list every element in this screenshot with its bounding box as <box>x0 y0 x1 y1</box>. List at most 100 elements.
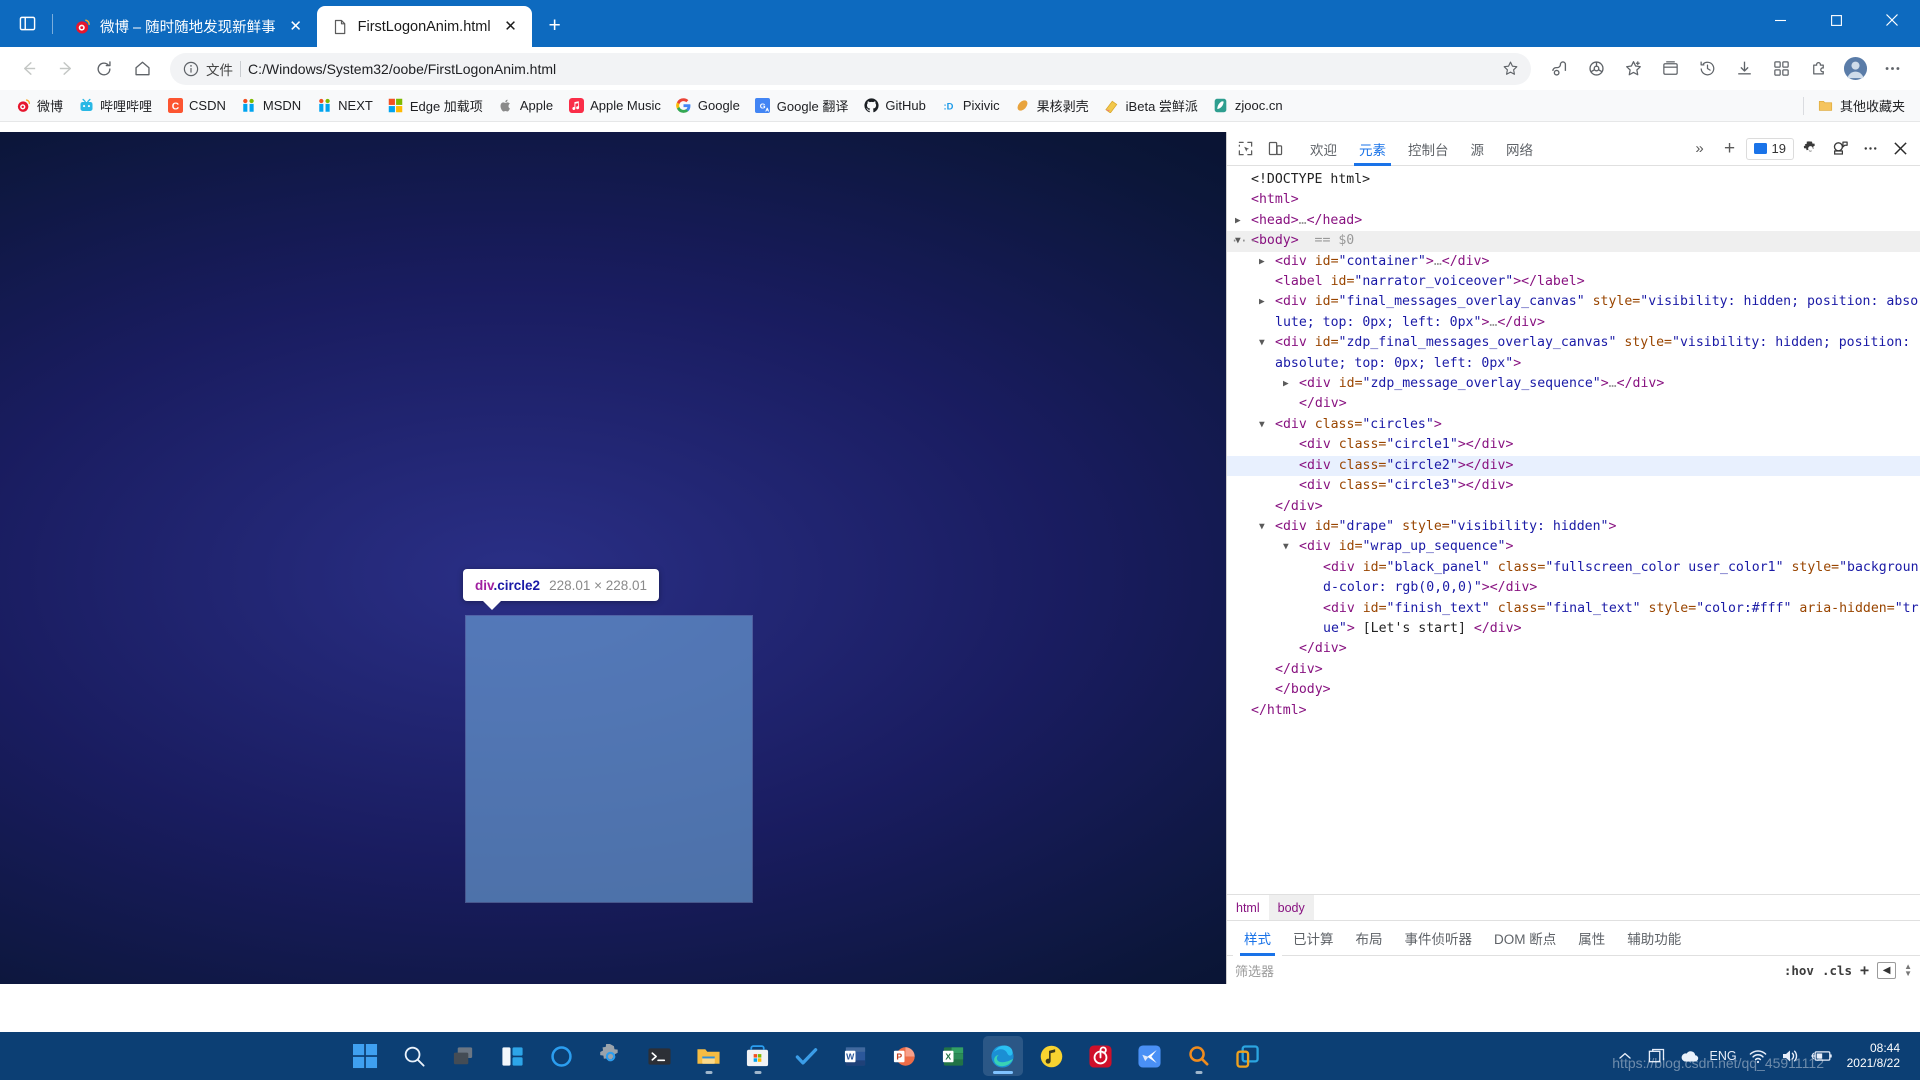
breadcrumb-item-html[interactable]: html <box>1227 895 1269 920</box>
music-button[interactable] <box>1032 1036 1072 1076</box>
powerpoint-button[interactable]: P <box>885 1036 925 1076</box>
bookmark-apple-music[interactable]: Apple Music <box>561 95 668 117</box>
gear-icon[interactable] <box>1796 136 1824 162</box>
bookmark-google-translate[interactable]: G Google 翻译 <box>748 93 856 118</box>
collections-icon[interactable] <box>1541 51 1577 87</box>
breadcrumb-item-body[interactable]: body <box>1268 895 1314 920</box>
dom-node-row[interactable]: </div> <box>1227 639 1920 659</box>
new-tab-button[interactable]: + <box>538 9 572 43</box>
new-style-rule-icon[interactable]: + <box>1860 961 1869 979</box>
expanded-arrow-icon[interactable]: ▼ <box>1235 231 1241 251</box>
dom-node-row[interactable]: <div class="circle1"></div> <box>1227 435 1920 455</box>
taskbar-clock[interactable]: 08:44 2021/8/22 <box>1843 1041 1912 1071</box>
dom-node-row[interactable]: ▼ <div class="circles"> <box>1227 415 1920 435</box>
address-bar[interactable]: 文件 C:/Windows/System32/oobe/FirstLogonAn… <box>170 52 1531 85</box>
maximize-button[interactable] <box>1808 0 1864 40</box>
dom-node-row[interactable]: <!DOCTYPE html> <box>1227 170 1920 190</box>
devtools-tab-welcome[interactable]: 欢迎 <box>1299 132 1348 166</box>
terminal-button[interactable] <box>640 1036 680 1076</box>
bookmark-zjooc[interactable]: zjooc.cn <box>1206 95 1290 117</box>
more-tabs-icon[interactable]: » <box>1686 136 1714 162</box>
forward-arrow-icon[interactable] <box>48 51 84 87</box>
more-options-icon[interactable] <box>1856 136 1884 162</box>
devtools-tab-elements[interactable]: 元素 <box>1348 132 1397 166</box>
dom-node-row[interactable]: <html> <box>1227 190 1920 210</box>
dom-node-row[interactable]: <div class="circle2"></div> <box>1227 455 1920 477</box>
dom-node-row[interactable]: ▶ <div id="zdp_message_overlay_sequence">… <box>1227 374 1920 394</box>
bookmark-msdn[interactable]: MSDN <box>234 95 308 117</box>
favorite-star-icon[interactable] <box>1497 56 1523 82</box>
dom-node-row[interactable]: </div> <box>1227 394 1920 414</box>
favorites-icon[interactable] <box>1615 51 1651 87</box>
device-toolbar-icon[interactable] <box>1261 136 1289 162</box>
expanded-arrow-icon[interactable]: ▼ <box>1259 517 1265 537</box>
browser-essentials-icon[interactable] <box>1578 51 1614 87</box>
styles-tab-event-listeners[interactable]: 事件侦听器 <box>1394 921 1484 956</box>
info-circle-icon[interactable] <box>182 60 199 77</box>
dom-node-row[interactable]: </div> <box>1227 660 1920 680</box>
battery-charging-icon[interactable] <box>1810 1045 1833 1067</box>
dom-tree[interactable]: <!DOCTYPE html> <html> ▶ <head>…</head> ··· ▼… <box>1227 166 1920 894</box>
issues-badge[interactable]: 19 <box>1745 137 1794 160</box>
bookmark-bilibili[interactable]: 哔哩哔哩 <box>71 93 159 118</box>
tab-search-icon[interactable] <box>8 5 46 43</box>
volume-icon[interactable] <box>1779 1045 1801 1067</box>
dom-node-row[interactable]: ▶ <div id="final_messages_overlay_canvas"… <box>1227 292 1920 333</box>
bird-app-button[interactable] <box>1130 1036 1170 1076</box>
minimize-button[interactable] <box>1752 0 1808 40</box>
dom-node-row[interactable]: <div id="black_panel" class="fullscreen_… <box>1227 558 1920 599</box>
styles-tab-accessibility[interactable]: 辅助功能 <box>1616 921 1692 956</box>
collapsed-arrow-icon[interactable]: ▶ <box>1259 292 1265 312</box>
bookmark-other-folder[interactable]: 其他收藏夹 <box>1811 93 1912 118</box>
todo-button[interactable] <box>787 1036 827 1076</box>
bookmark-ibeta[interactable]: iBeta 尝鲜派 <box>1097 93 1205 118</box>
store-button[interactable] <box>738 1036 778 1076</box>
dom-node-row[interactable]: ▼ <div id="zdp_final_messages_overlay_can… <box>1227 333 1920 374</box>
dom-node-row[interactable]: </body> <box>1227 680 1920 700</box>
styles-tab-properties[interactable]: 属性 <box>1567 921 1616 956</box>
excel-button[interactable]: X <box>934 1036 974 1076</box>
expanded-arrow-icon[interactable]: ▼ <box>1283 537 1289 557</box>
file-explorer-button[interactable] <box>689 1036 729 1076</box>
collapsed-arrow-icon[interactable]: ▶ <box>1283 374 1289 394</box>
profile-avatar[interactable] <box>1837 51 1873 87</box>
devtools-tab-sources[interactable]: 源 <box>1460 132 1496 166</box>
bookmark-pixivic[interactable]: :D Pixivic <box>934 95 1007 117</box>
downloads-icon[interactable] <box>1726 51 1762 87</box>
dom-node-row[interactable]: <label id="narrator_voiceover"></label> <box>1227 272 1920 292</box>
dom-node-row[interactable]: ▶ <div id="container">…</div> <box>1227 252 1920 272</box>
everything-button[interactable] <box>1179 1036 1219 1076</box>
styles-tab-layout[interactable]: 布局 <box>1345 921 1394 956</box>
element-state-icon[interactable]: ◀ <box>1877 961 1897 979</box>
devtools-tab-console[interactable]: 控制台 <box>1397 132 1460 166</box>
bookmark-apple[interactable]: Apple <box>491 95 560 117</box>
dom-node-row[interactable]: </html> <box>1227 701 1920 721</box>
dom-node-row[interactable]: <div class="circle3"></div> <box>1227 476 1920 496</box>
dom-node-row[interactable]: </div> <box>1227 497 1920 517</box>
dom-node-row[interactable]: ▶ <head>…</head> <box>1227 211 1920 231</box>
url-text[interactable]: C:/Windows/System32/oobe/FirstLogonAnim.… <box>248 61 1490 77</box>
bookmark-edge-addons[interactable]: Edge 加载项 <box>381 93 490 118</box>
bookmark-github[interactable]: GitHub <box>856 95 932 117</box>
bookmark-next[interactable]: NEXT <box>309 95 380 117</box>
collections-panel-icon[interactable] <box>1652 51 1688 87</box>
extensions-icon[interactable] <box>1800 51 1836 87</box>
styles-tab-computed[interactable]: 已计算 <box>1282 921 1345 956</box>
onedrive-icon[interactable] <box>1678 1045 1700 1067</box>
collapsed-arrow-icon[interactable]: ▶ <box>1259 252 1265 272</box>
bookmark-weibo[interactable]: 微博 <box>8 93 70 118</box>
widgets-button[interactable] <box>493 1036 533 1076</box>
back-arrow-icon[interactable] <box>10 51 46 87</box>
dom-node-row[interactable]: <div id="finish_text" class="final_text"… <box>1227 599 1920 640</box>
show-hidden-icons-icon[interactable] <box>1614 1045 1636 1067</box>
browser-tab-weibo[interactable]: 微博 – 随时随地发现新鲜事 ✕ <box>59 6 317 47</box>
devtools-customize-icon[interactable] <box>1826 136 1854 162</box>
class-toggle-button[interactable]: .cls <box>1822 963 1852 978</box>
settings-more-icon[interactable] <box>1874 51 1910 87</box>
styles-tab-styles[interactable]: 样式 <box>1233 920 1282 956</box>
hover-state-button[interactable]: :hov <box>1784 963 1814 978</box>
word-button[interactable]: W <box>836 1036 876 1076</box>
styles-filter-input[interactable]: 筛选器 <box>1227 961 1784 980</box>
edge-button[interactable] <box>982 1036 1023 1076</box>
dom-node-row[interactable]: ▼ <div id="wrap_up_sequence"> <box>1227 537 1920 557</box>
